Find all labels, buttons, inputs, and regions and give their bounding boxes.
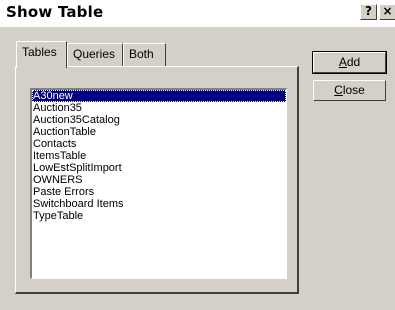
tables-list[interactable]: A30new Auction35 Auction35Catalog Auctio… xyxy=(30,88,287,279)
show-table-dialog: Show Table ? × Tables Queries Both A30ne… xyxy=(0,0,395,310)
list-item[interactable]: Switchboard Items xyxy=(32,198,286,210)
list-item[interactable]: ItemsTable xyxy=(32,150,286,162)
dialog-title: Show Table xyxy=(6,3,104,21)
list-item[interactable]: Contacts xyxy=(32,138,286,150)
tab-both[interactable]: Both xyxy=(123,43,166,66)
list-item[interactable]: Auction35 xyxy=(32,102,286,114)
close-icon[interactable]: × xyxy=(379,4,395,20)
list-item[interactable]: AuctionTable xyxy=(32,126,286,138)
list-item[interactable]: LowEstSplitImport xyxy=(32,162,286,174)
help-icon[interactable]: ? xyxy=(360,4,377,20)
tab-tables[interactable]: Tables xyxy=(16,41,67,68)
list-item[interactable]: Paste Errors xyxy=(32,186,286,198)
title-bar[interactable]: Show Table ? × xyxy=(0,0,395,27)
list-item[interactable]: OWNERS xyxy=(32,174,286,186)
close-button[interactable]: Close xyxy=(313,80,386,101)
list-item[interactable]: Auction35Catalog xyxy=(32,114,286,126)
close-button-label: lose xyxy=(342,83,365,97)
add-button[interactable]: Add xyxy=(312,51,387,74)
close-button-mnemonic: C xyxy=(334,83,343,97)
add-button-label: dd xyxy=(346,55,361,69)
tab-queries[interactable]: Queries xyxy=(67,43,123,66)
list-item[interactable]: TypeTable xyxy=(32,210,286,222)
add-button-mnemonic: A xyxy=(338,55,347,69)
list-item[interactable]: A30new xyxy=(32,90,286,102)
